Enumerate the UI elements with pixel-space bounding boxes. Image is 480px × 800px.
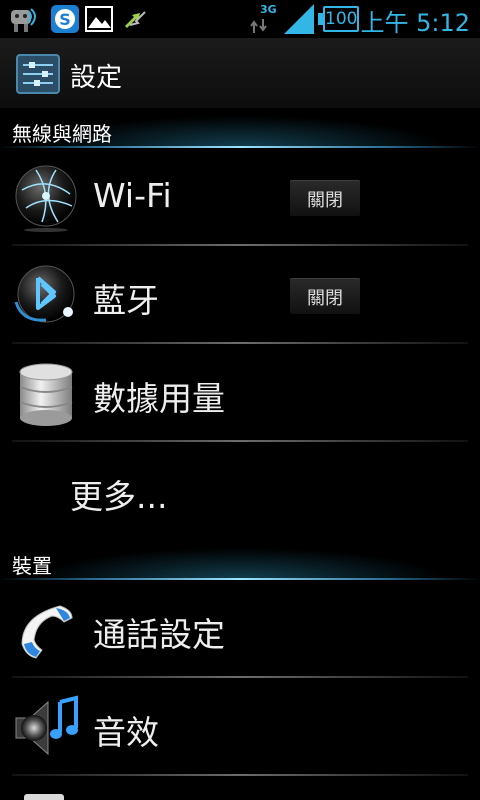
clock: 上午 5:12: [360, 9, 470, 37]
phone-handset-icon: [21, 605, 73, 659]
mobile-data-indicator: 3G: [250, 0, 280, 38]
section-divider: [0, 578, 480, 580]
settings-item-sound[interactable]: 音效: [0, 680, 480, 776]
data-arrows-icon: [250, 19, 267, 33]
action-bar: 設定: [0, 38, 480, 108]
divider: [12, 244, 468, 246]
item-label: Wi-Fi: [93, 176, 172, 215]
svg-text:S: S: [59, 10, 71, 29]
wifi-globe-icon: [15, 165, 77, 232]
status-bar: S 3G 100 上午 5:12: [0, 0, 480, 38]
sync-icon: [125, 11, 146, 28]
bluetooth-toggle[interactable]: 關閉: [290, 278, 360, 314]
database-icon: [19, 363, 73, 426]
divider: [12, 676, 468, 678]
image-notification-icon: [85, 6, 113, 32]
divider: [12, 440, 468, 442]
android-notification-icon: [11, 8, 36, 32]
signal-strength-icon: [284, 4, 314, 34]
section-divider: [0, 146, 480, 148]
toggle-label: 關閉: [307, 190, 343, 211]
section-glow: [0, 542, 480, 580]
section-header-device: 裝置: [0, 542, 480, 580]
divider: [12, 774, 468, 776]
item-label: 音效: [93, 713, 159, 752]
skype-icon: S: [51, 5, 79, 33]
settings-item-call-settings[interactable]: 通話設定: [0, 582, 480, 678]
settings-item-more[interactable]: 更多...: [0, 444, 480, 540]
item-label: 更多...: [70, 477, 168, 516]
section-header-wireless: 無線與網路: [0, 110, 480, 148]
toggle-label: 關閉: [307, 288, 343, 309]
section-label: 裝置: [12, 554, 52, 578]
item-label: 數據用量: [93, 379, 225, 418]
section-label: 無線與網路: [12, 122, 112, 146]
settings-item-wifi[interactable]: Wi-Fi 關閉: [0, 150, 480, 246]
battery-icon: 100: [323, 6, 359, 32]
settings-item-bluetooth[interactable]: 藍牙 關閉: [0, 248, 480, 344]
item-label: 通話設定: [93, 615, 225, 654]
next-item-icon-partial: [24, 794, 64, 800]
divider: [12, 342, 468, 344]
settings-item-data-usage[interactable]: 數據用量: [0, 346, 480, 442]
wifi-toggle[interactable]: 關閉: [290, 180, 360, 216]
speaker-music-icon: [15, 695, 78, 756]
item-label: 藍牙: [93, 281, 159, 320]
battery-tip: [318, 13, 323, 25]
settings-sliders-icon[interactable]: [16, 54, 60, 94]
bluetooth-icon: [14, 265, 75, 323]
page-title: 設定: [70, 63, 123, 93]
